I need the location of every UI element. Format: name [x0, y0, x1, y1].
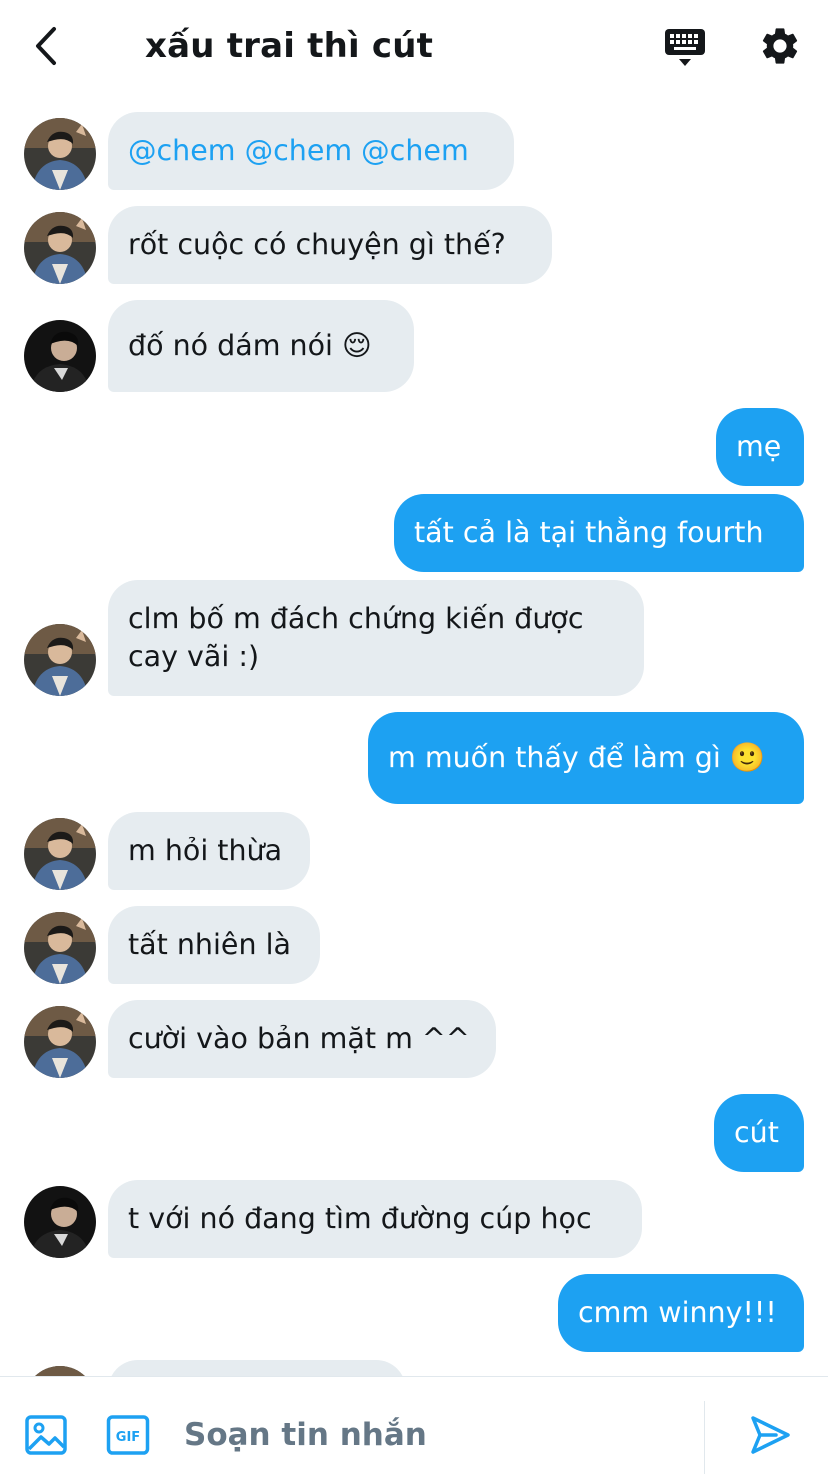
- message-bubble-incoming[interactable]: clm bố m đách chứng kiến được cay vãi :): [108, 580, 644, 696]
- send-button[interactable]: [748, 1413, 796, 1459]
- gif-label: GIF: [116, 1430, 140, 1445]
- message-bubble-outgoing[interactable]: m muốn thấy để làm gì 🙂: [368, 712, 804, 804]
- message-bubble-incoming[interactable]: @chem @chem @chem: [108, 112, 514, 190]
- avatar[interactable]: [24, 624, 96, 696]
- message-text: cút: [734, 1116, 779, 1149]
- keyboard-icon: [665, 29, 705, 66]
- message-text: rốt cuộc có chuyện gì thế?: [128, 228, 506, 261]
- message-bubble-incoming[interactable]: m hỏi thừa: [108, 812, 310, 890]
- message-text: mẹ: [736, 430, 782, 463]
- gear-icon: [762, 28, 798, 64]
- chevron-left-icon: [36, 27, 56, 65]
- gif-icon: GIF: [106, 1415, 150, 1455]
- mention-text[interactable]: @chem @chem @chem: [128, 132, 469, 170]
- avatar-photo: [24, 912, 96, 984]
- message-bubble-outgoing[interactable]: cmm winny!!!: [558, 1274, 804, 1352]
- avatar-photo: [24, 624, 96, 696]
- gif-button[interactable]: GIF: [106, 1413, 152, 1459]
- message-text: tất cả là tại thằng fourth: [414, 516, 764, 549]
- message-list[interactable]: @chem @chem @chem rốt cuộc có chuyện gì …: [0, 96, 828, 1376]
- message-text: t với nó đang tìm đường cúp học: [128, 1202, 592, 1235]
- back-button[interactable]: [26, 24, 66, 68]
- avatar-photo: [24, 1006, 96, 1078]
- message-bubble-incoming[interactable]: tất nhiên là: [108, 906, 320, 984]
- conversation-header: xấu trai thì cút: [0, 0, 828, 96]
- media-button[interactable]: [24, 1413, 70, 1459]
- message-composer: GIF: [0, 1376, 828, 1474]
- avatar[interactable]: [24, 1006, 96, 1078]
- avatar[interactable]: [24, 818, 96, 890]
- avatar[interactable]: [24, 912, 96, 984]
- message-text: cười vào bản mặt m ^^: [128, 1022, 470, 1055]
- avatar[interactable]: [24, 212, 96, 284]
- avatar-photo: [24, 818, 96, 890]
- image-icon: [25, 1415, 67, 1455]
- message-text: tất nhiên là: [128, 928, 291, 961]
- message-bubble-incoming[interactable]: đố nó dám nói 😌: [108, 300, 414, 392]
- avatar[interactable]: [24, 320, 96, 392]
- settings-button[interactable]: [756, 22, 804, 70]
- avatar[interactable]: [24, 1366, 96, 1376]
- message-text: m hỏi thừa: [128, 834, 283, 867]
- message-input[interactable]: [184, 1413, 684, 1457]
- avatar-photo: [24, 1366, 96, 1376]
- message-bubble-incoming[interactable]: [108, 1360, 406, 1376]
- avatar[interactable]: [24, 1186, 96, 1258]
- message-bubble-incoming[interactable]: t với nó đang tìm đường cúp học: [108, 1180, 642, 1258]
- avatar-photo: [24, 320, 96, 392]
- avatar-photo: [24, 118, 96, 190]
- send-icon: [751, 1416, 790, 1454]
- message-text: đố nó dám nói 😌: [128, 329, 372, 362]
- composer-divider: [704, 1401, 705, 1474]
- conversation-title: xấu trai thì cút: [145, 26, 434, 66]
- message-text: clm bố m đách chứng kiến được cay vãi :): [128, 602, 584, 673]
- message-bubble-incoming[interactable]: cười vào bản mặt m ^^: [108, 1000, 496, 1078]
- keyboard-toggle-button[interactable]: [660, 24, 710, 70]
- message-bubble-outgoing[interactable]: mẹ: [716, 408, 804, 486]
- message-bubble-incoming[interactable]: rốt cuộc có chuyện gì thế?: [108, 206, 552, 284]
- message-bubble-outgoing[interactable]: cút: [714, 1094, 804, 1172]
- dm-conversation-screen: xấu trai thì cút @chem @chem @chem rốt c…: [0, 0, 828, 1474]
- message-text: m muốn thấy để làm gì 🙂: [388, 741, 766, 774]
- avatar-photo: [24, 1186, 96, 1258]
- avatar-photo: [24, 212, 96, 284]
- message-text: cmm winny!!!: [578, 1296, 777, 1329]
- message-bubble-outgoing[interactable]: tất cả là tại thằng fourth: [394, 494, 804, 572]
- avatar[interactable]: [24, 118, 96, 190]
